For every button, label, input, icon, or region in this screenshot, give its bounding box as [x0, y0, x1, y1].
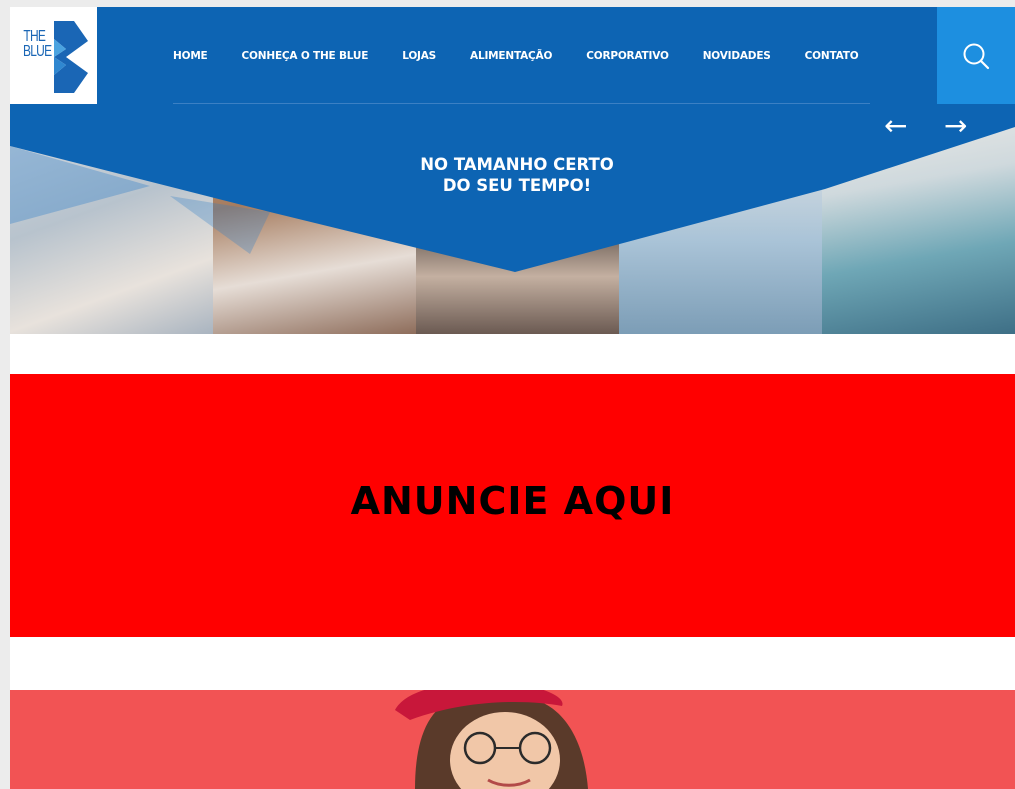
- hero-headline-line-1: NO TAMANHO CERTO: [420, 155, 614, 174]
- slider-prev-arrow-icon[interactable]: ←: [884, 112, 907, 140]
- logo-wordmark: THE BLUE: [23, 28, 52, 60]
- ad-banner[interactable]: ANUNCIE AQUI: [10, 374, 1015, 637]
- hero-blue-band: [10, 104, 1015, 272]
- nav-item-contato[interactable]: CONTATO: [805, 50, 859, 62]
- search-button[interactable]: [937, 7, 1015, 104]
- logo-line-2: BLUE: [23, 43, 52, 60]
- nav-item-home[interactable]: HOME: [173, 50, 208, 62]
- logo-b-mark-icon: [54, 21, 88, 93]
- hero-headline: NO TAMANHO CERTO DO SEU TEMPO!: [367, 154, 667, 196]
- nav-item-alimentacao[interactable]: ALIMENTAÇÃO: [470, 50, 552, 62]
- nav-item-lojas[interactable]: LOJAS: [402, 50, 436, 62]
- slider-next-arrow-icon[interactable]: →: [944, 112, 967, 140]
- hero-slider: NO TAMANHO CERTO DO SEU TEMPO! ← →: [10, 104, 1015, 334]
- nav-item-novidades[interactable]: NOVIDADES: [703, 50, 771, 62]
- hero-headline-line-2: DO SEU TEMPO!: [442, 176, 592, 195]
- page: THE BLUE HOME CONHEÇA O THE BLUE LOJAS A…: [10, 7, 1015, 789]
- nav-item-corporativo[interactable]: CORPORATIVO: [586, 50, 669, 62]
- promo-banner-photo-woman-beret: [395, 690, 588, 789]
- main-nav: HOME CONHEÇA O THE BLUE LOJAS ALIMENTAÇÃ…: [173, 7, 892, 104]
- nav-item-conheca[interactable]: CONHEÇA O THE BLUE: [242, 50, 369, 62]
- ad-banner-label: ANUNCIE AQUI: [350, 478, 675, 523]
- site-header: THE BLUE HOME CONHEÇA O THE BLUE LOJAS A…: [10, 7, 1015, 104]
- logo[interactable]: THE BLUE: [10, 7, 97, 104]
- promo-banner[interactable]: [10, 690, 1015, 789]
- search-icon: [963, 43, 990, 69]
- logo-line-1: THE: [23, 28, 46, 45]
